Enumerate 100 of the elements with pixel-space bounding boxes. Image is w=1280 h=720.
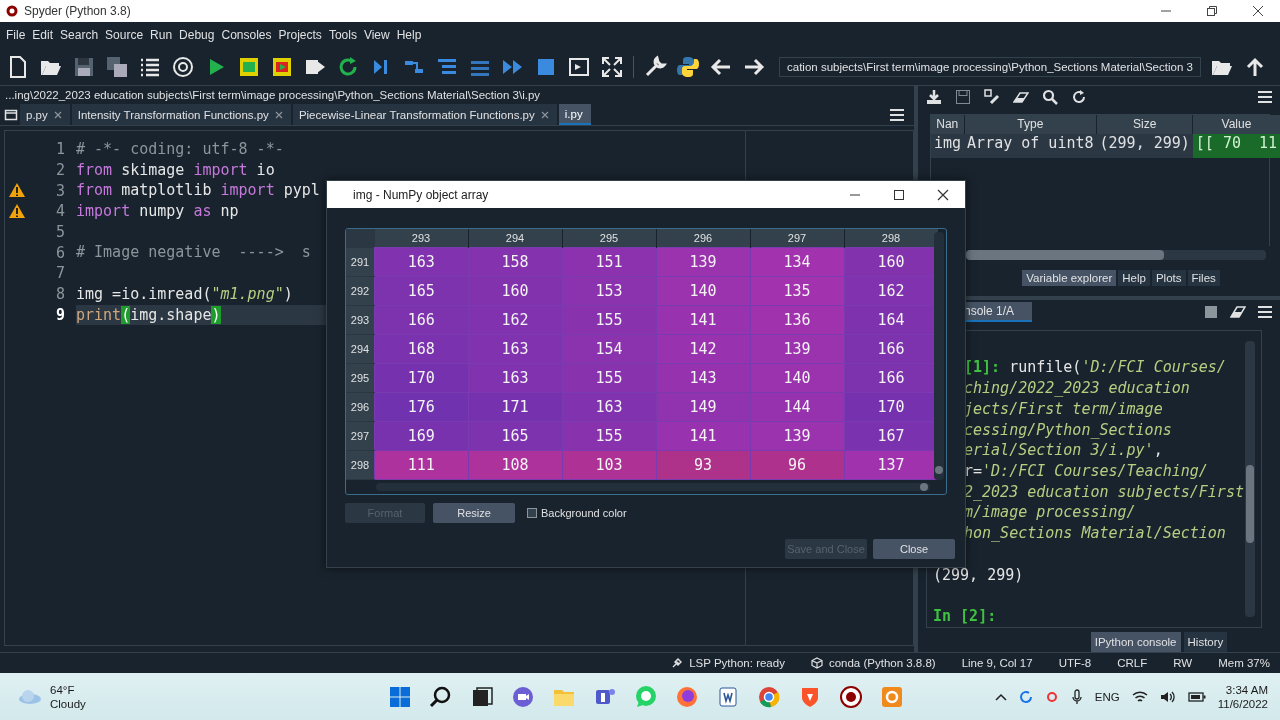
speaker-icon[interactable]: [1159, 689, 1176, 704]
pane-tab[interactable]: IPython console: [1090, 632, 1181, 652]
code-line: import numpy as np: [76, 201, 240, 222]
temperature-text: 64°F: [50, 682, 76, 697]
dialog-button[interactable]: Resize: [433, 503, 515, 523]
column-header[interactable]: 296: [656, 229, 750, 248]
pane-tab[interactable]: Files: [1187, 270, 1220, 287]
pane-tab[interactable]: Plots: [1151, 270, 1186, 287]
browser-icon[interactable]: [757, 684, 781, 709]
table-cell: 155: [562, 421, 656, 450]
checkbox[interactable]: [527, 508, 537, 518]
table-cell: 93: [656, 450, 750, 479]
console-line: erial/Section 3/i.py',: [964, 440, 1163, 461]
table-cell: img: [931, 133, 965, 158]
column-header[interactable]: 293: [374, 229, 468, 248]
menu-item[interactable]: Consoles: [221, 28, 272, 42]
pane-tab[interactable]: Variable explorer: [1022, 270, 1117, 287]
table-cell: 140: [750, 363, 844, 392]
column-header[interactable]: Type: [964, 114, 1097, 134]
row-header: 295: [346, 363, 375, 392]
file-path: ...ing\2022_2023 education subjects\First term\image processing\Python_Sections Material\Section 3\i.py: [4, 88, 542, 103]
python-logo-icon[interactable]: [676, 54, 700, 79]
wifi-icon[interactable]: [1131, 689, 1148, 704]
menu-item[interactable]: Run: [150, 28, 173, 42]
path-field[interactable]: cation subjects\First term\image processing\Python_Sections Material\Section 3: [779, 56, 1201, 77]
sync-icon[interactable]: [1018, 689, 1033, 704]
menu-icon[interactable]: [890, 108, 904, 121]
video-chat-icon[interactable]: [511, 684, 535, 709]
pane-tab[interactable]: History: [1183, 632, 1228, 652]
close-icon[interactable]: [937, 188, 949, 201]
table-cell: 139: [750, 334, 844, 363]
edit-icon[interactable]: [984, 88, 1000, 105]
console-line: In [2]:: [933, 606, 997, 627]
app-logo-icon: [6, 5, 18, 17]
status-text: CRLF: [1117, 657, 1148, 669]
dialog-button[interactable]: Close: [873, 539, 955, 559]
menu-item[interactable]: Edit: [32, 28, 54, 42]
microphone-icon[interactable]: [1070, 688, 1083, 705]
menu-item[interactable]: Tools: [328, 28, 357, 42]
table-cell: 135: [750, 276, 844, 305]
language-indicator[interactable]: ENG: [1094, 690, 1120, 703]
file-tab[interactable]: Intensity Transformation Functions.py: [71, 104, 291, 125]
menu-item[interactable]: Source: [105, 28, 144, 42]
table-cell: 154: [562, 334, 656, 363]
column-header[interactable]: Value: [1192, 114, 1280, 134]
line-number: 8: [54, 285, 65, 304]
table-cell: 163: [468, 334, 562, 363]
table-cell: 144: [750, 392, 844, 421]
column-header[interactable]: Nan: [931, 114, 965, 134]
warning-icon: [8, 182, 26, 199]
save-all-icon[interactable]: [105, 54, 129, 79]
column-header[interactable]: 294: [468, 229, 562, 248]
close-icon[interactable]: [1252, 5, 1264, 17]
menu-icon[interactable]: [1258, 306, 1272, 319]
file-tab[interactable]: Piecewise-Linear Transformation Functions.py: [292, 104, 557, 125]
status-text: Mem 37%: [1218, 657, 1270, 669]
menu-item[interactable]: Projects: [278, 28, 322, 42]
document-icon[interactable]: [716, 684, 740, 709]
pane-tab[interactable]: Help: [1118, 270, 1150, 287]
ring-icon[interactable]: [1044, 689, 1059, 704]
menu-item[interactable]: Search: [60, 28, 99, 42]
battery-icon[interactable]: [1187, 690, 1206, 703]
menu-item[interactable]: File: [6, 28, 26, 42]
file-tab[interactable]: i.py: [558, 104, 591, 125]
menu-item[interactable]: Debug: [179, 28, 215, 42]
row-header: 294: [346, 334, 375, 363]
import-data-icon[interactable]: [926, 88, 942, 105]
status-text: conda (Python 3.8.8): [828, 657, 936, 669]
tab-list-icon[interactable]: [4, 107, 18, 122]
column-header[interactable]: 297: [750, 229, 844, 248]
task-view-icon[interactable]: [470, 684, 494, 709]
line-number: 1: [54, 140, 65, 159]
maximize-icon[interactable]: [893, 188, 905, 201]
clock-time[interactable]: 3:34 AM: [1225, 682, 1268, 697]
table-cell: 170: [374, 363, 468, 392]
column-header[interactable]: 298: [844, 229, 938, 248]
refresh-icon[interactable]: [1071, 88, 1087, 105]
row-header: 296: [346, 392, 375, 421]
cloud-icon: [18, 688, 42, 705]
line-number: 4: [54, 202, 65, 221]
fullscreen-icon[interactable]: [600, 54, 624, 79]
restore-icon[interactable]: [1206, 5, 1218, 17]
wrench-icon[interactable]: [643, 54, 667, 79]
column-header[interactable]: Size: [1096, 114, 1193, 134]
table-cell: 155: [562, 305, 656, 334]
menu-item[interactable]: View: [363, 28, 390, 42]
search-icon[interactable]: [1042, 88, 1058, 105]
menu-item[interactable]: Help: [396, 28, 422, 42]
column-header[interactable]: 295: [562, 229, 656, 248]
windows-logo-icon[interactable]: [388, 684, 412, 709]
stop-icon[interactable]: [1204, 305, 1218, 320]
app-tile-icon[interactable]: [880, 684, 904, 709]
save-icon[interactable]: [955, 88, 971, 105]
clock-date[interactable]: 11/6/2022: [1217, 696, 1268, 711]
eraser-icon[interactable]: [1230, 305, 1246, 320]
search-icon[interactable]: [429, 684, 453, 709]
browser-icon[interactable]: [675, 684, 699, 709]
file-tab[interactable]: p.py: [20, 104, 70, 125]
menu-icon[interactable]: [1258, 90, 1272, 103]
table-cell: Array of uint8: [964, 133, 1097, 158]
